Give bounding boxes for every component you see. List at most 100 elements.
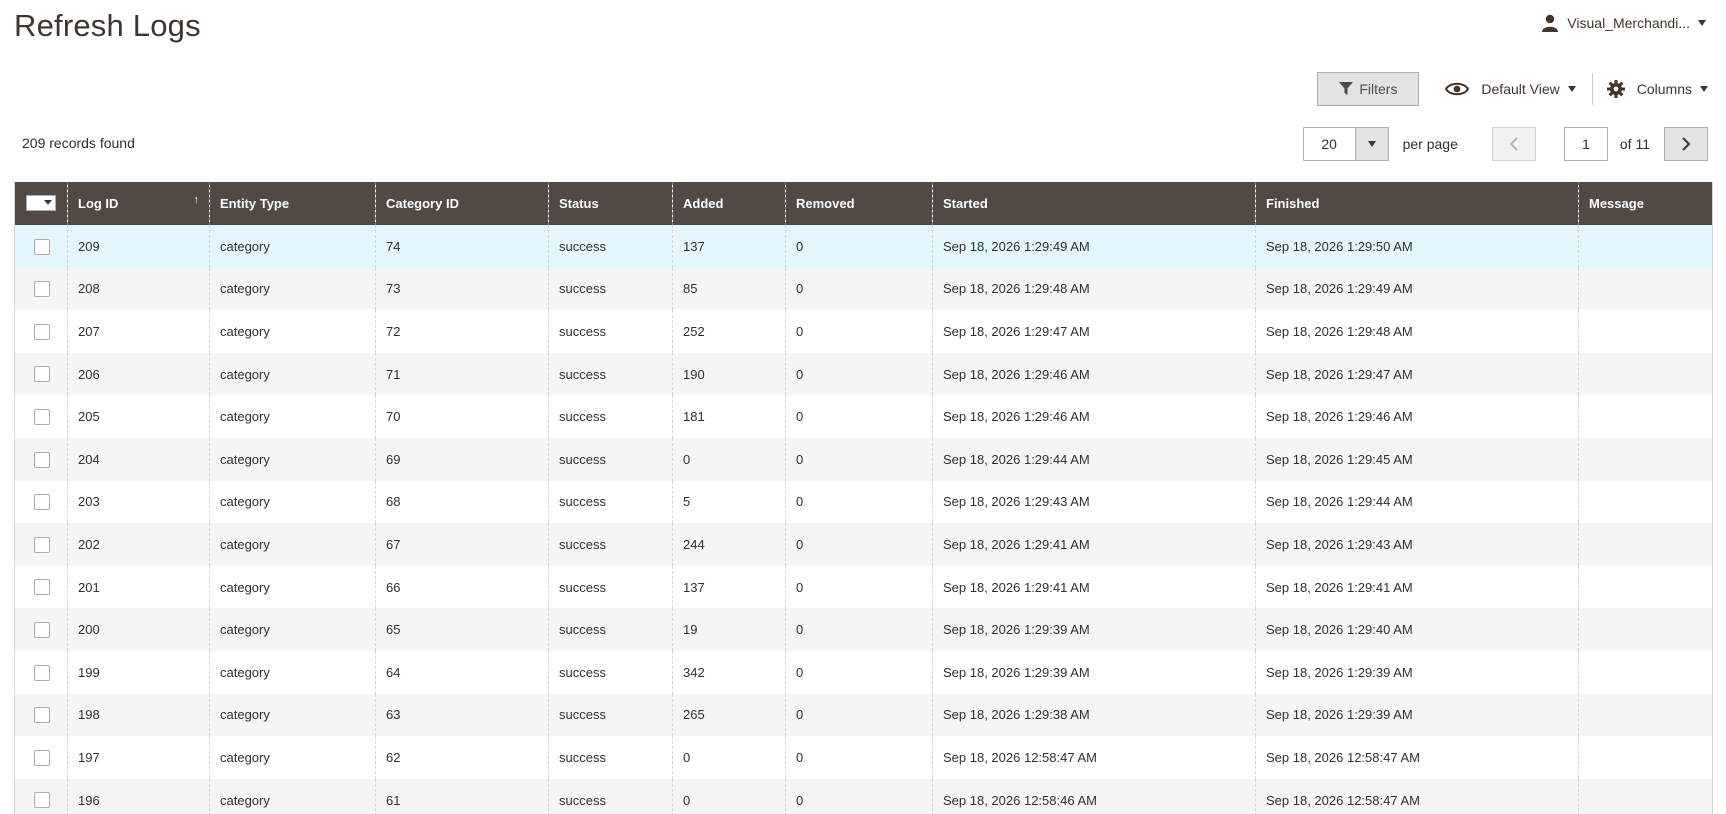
cell-log-id: 205 [67, 395, 210, 438]
cell-added: 19 [672, 608, 786, 651]
cell-message [1578, 352, 1713, 396]
column-header-started[interactable]: Started [932, 182, 1256, 225]
cell-message [1578, 437, 1713, 481]
cell-finished: Sep 18, 2026 1:29:45 AM [1255, 437, 1579, 481]
cell-removed: 0 [785, 523, 933, 566]
row-checkbox[interactable] [34, 536, 50, 553]
row-checkbox[interactable] [34, 494, 50, 511]
cell-entity-type: category [209, 650, 376, 694]
table-row[interactable]: 197 category 62 success 0 0 Sep 18, 2026 12:58… [15, 736, 1713, 779]
table-row[interactable]: 204 category 69 success 0 0 Sep 18, 2026 1:29:… [14, 437, 1713, 481]
cell-category-id: 67 [375, 523, 549, 566]
cell-log-id: 208 [67, 267, 210, 311]
column-header-message[interactable]: Message [1578, 182, 1713, 225]
current-page-input[interactable]: 1 [1563, 127, 1608, 161]
cell-added: 137 [672, 225, 786, 268]
cell-category-id: 65 [375, 608, 549, 651]
pagination: 20 per page 1 of 11 [1302, 127, 1708, 161]
cell-removed: 0 [785, 480, 933, 524]
table-row[interactable]: 198 category 63 success 265 0 Sep 18, 2026 1:2… [14, 693, 1713, 737]
next-page-button[interactable] [1664, 127, 1708, 161]
records-count: 209 records found [22, 135, 135, 151]
table-row[interactable]: 196 category 61 success 0 0 Sep 18, 2026 12:58… [14, 778, 1713, 814]
row-checkbox[interactable] [34, 792, 50, 809]
table-row[interactable]: 201 category 66 success 137 0 Sep 18, 2026 1:2… [15, 565, 1713, 609]
cell-message [1578, 480, 1713, 524]
row-checkbox[interactable] [34, 579, 50, 596]
chevron-down-icon[interactable] [41, 196, 55, 210]
column-header-entity-type[interactable]: Entity Type [209, 182, 376, 225]
row-checkbox[interactable] [34, 238, 50, 255]
mass-select-dropdown[interactable] [26, 194, 56, 211]
cell-started: Sep 18, 2026 1:29:46 AM [932, 352, 1256, 396]
table-row[interactable]: 206 category 71 success 190 0 Sep 18, 2026 1:2… [14, 352, 1713, 396]
row-select-cell [15, 310, 68, 353]
row-checkbox[interactable] [34, 451, 50, 468]
table-row[interactable]: 200 category 65 success 19 0 Sep 18, 2026 1:29… [14, 608, 1713, 651]
cell-entity-type: category [209, 778, 376, 814]
cell-message [1578, 267, 1713, 311]
cell-log-id: 196 [67, 778, 210, 814]
chevron-left-icon [1509, 137, 1518, 151]
table-row[interactable]: 208 category 73 success 85 0 Sep 18, 2026 1:29… [14, 267, 1713, 311]
default-view-button[interactable]: Default View [1445, 81, 1576, 97]
column-header-log-id[interactable]: Log ID ↑ [67, 182, 210, 225]
cell-finished: Sep 18, 2026 1:29:46 AM [1255, 395, 1579, 438]
cell-started: Sep 18, 2026 1:29:39 AM [932, 608, 1256, 651]
refresh-logs-grid: Log ID ↑ Entity Type Category ID Status A… [14, 182, 1713, 814]
row-checkbox[interactable] [34, 707, 50, 724]
cell-category-id: 68 [375, 480, 549, 524]
column-header-removed[interactable]: Removed [785, 182, 933, 225]
column-header-added[interactable]: Added [672, 182, 786, 225]
cell-entity-type: category [209, 480, 376, 524]
table-row[interactable]: 202 category 67 success 244 0 Sep 18, 2026 1:2… [14, 523, 1713, 566]
cell-finished: Sep 18, 2026 1:29:49 AM [1255, 267, 1579, 311]
table-row[interactable]: 207 category 72 success 252 0 Sep 18, 2026 1:2… [15, 310, 1713, 353]
column-header-category-id[interactable]: Category ID [375, 182, 549, 225]
cell-removed: 0 [785, 310, 933, 353]
table-row[interactable]: 199 category 64 success 342 0 Sep 18, 2026 1:2… [15, 650, 1713, 694]
table-row[interactable]: 203 category 68 success 5 0 Sep 18, 2026 1:29:… [15, 480, 1713, 524]
row-select-cell [14, 778, 68, 814]
cell-status: success [548, 693, 673, 737]
row-checkbox[interactable] [34, 281, 50, 298]
cell-status: success [548, 225, 673, 268]
chevron-down-icon [1367, 141, 1376, 147]
column-header-finished[interactable]: Finished [1255, 182, 1579, 225]
per-page-select[interactable]: 20 [1302, 127, 1389, 161]
row-checkbox[interactable] [34, 408, 50, 425]
row-checkbox[interactable] [34, 664, 50, 681]
cell-category-id: 72 [375, 310, 549, 353]
row-checkbox[interactable] [34, 366, 50, 383]
columns-button[interactable]: Columns [1606, 80, 1708, 98]
cell-entity-type: category [209, 267, 376, 311]
cell-status: success [548, 480, 673, 524]
table-row[interactable]: 205 category 70 success 181 0 Sep 18, 2026 1:2… [15, 395, 1713, 438]
cell-category-id: 64 [375, 650, 549, 694]
mass-select-header[interactable] [14, 182, 68, 225]
cell-started: Sep 18, 2026 1:29:43 AM [932, 480, 1256, 524]
cell-status: success [548, 608, 673, 651]
filters-label: Filters [1359, 81, 1398, 97]
gear-icon [1606, 80, 1625, 98]
cell-started: Sep 18, 2026 1:29:49 AM [932, 225, 1256, 268]
row-checkbox[interactable] [34, 621, 50, 638]
previous-page-button[interactable] [1491, 127, 1536, 161]
cell-log-id: 207 [67, 310, 210, 353]
cell-started: Sep 18, 2026 1:29:41 AM [932, 523, 1256, 566]
cell-message [1578, 225, 1713, 268]
per-page-toggle[interactable] [1355, 128, 1388, 160]
user-account-menu[interactable]: Visual_Merchandi... [1541, 12, 1706, 34]
table-row[interactable]: 209 category 74 success 137 0 Sep 18, 2026 1:2… [14, 225, 1713, 268]
cell-removed: 0 [785, 395, 933, 438]
cell-entity-type: category [209, 352, 376, 396]
row-checkbox[interactable] [34, 749, 50, 766]
filters-button[interactable]: Filters [1317, 72, 1420, 106]
cell-removed: 0 [785, 736, 933, 779]
cell-added: 0 [672, 437, 786, 481]
cell-started: Sep 18, 2026 1:29:46 AM [932, 395, 1256, 438]
mass-select-checkbox[interactable] [27, 195, 41, 210]
row-checkbox[interactable] [34, 323, 50, 340]
column-header-status[interactable]: Status [548, 182, 673, 225]
cell-added: 85 [672, 267, 786, 311]
